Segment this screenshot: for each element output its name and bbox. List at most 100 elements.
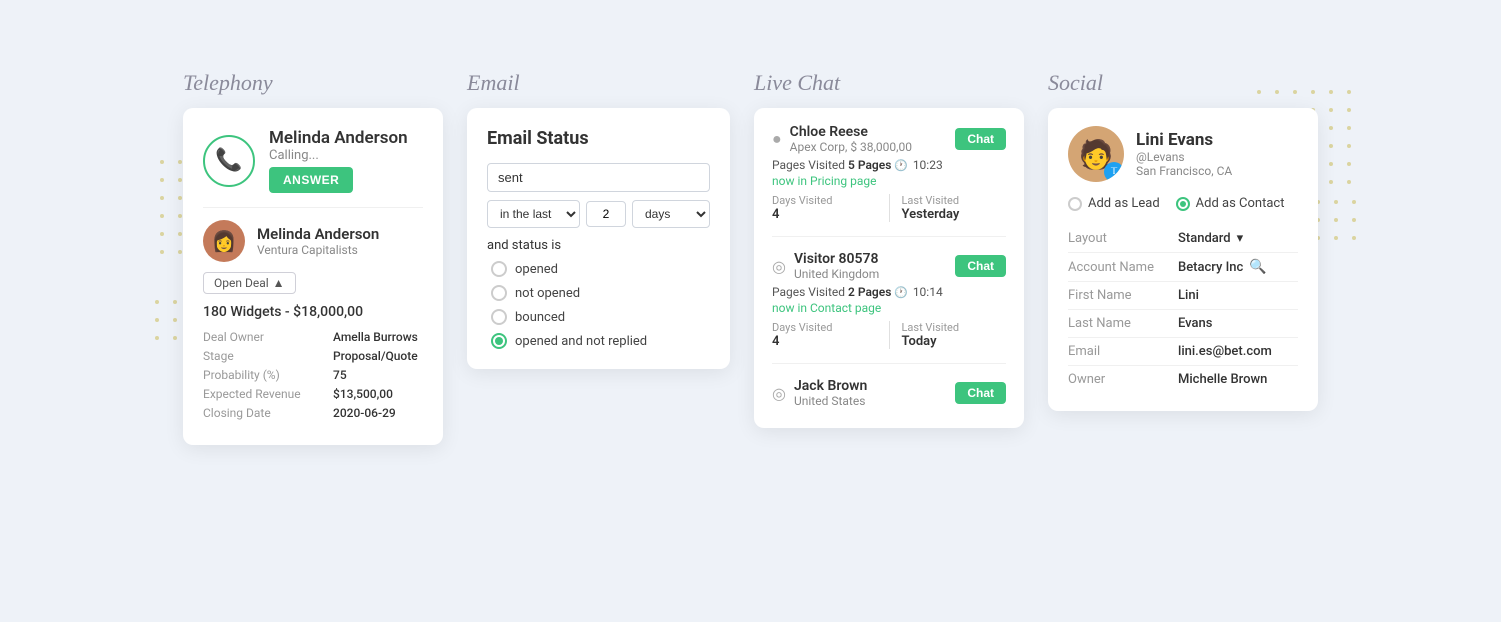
lastname-label: Last Name (1068, 310, 1178, 338)
deal-row-revenue: Expected Revenue $13,500,00 (203, 387, 423, 401)
profile-info: Lini Evans @Levans San Francisco, CA (1136, 130, 1232, 178)
radio-opened[interactable]: opened (491, 261, 710, 277)
deal-row-closing: Closing Date 2020-06-29 (203, 406, 423, 420)
telephony-card: 📞 Melinda Anderson Calling... ANSWER 👩 M… (183, 108, 443, 445)
chat-visitor-3: ◎ Jack Brown United States Chat (772, 378, 1006, 408)
add-as-contact-label: Add as Contact (1196, 196, 1285, 211)
email-section: Email Email Status sent not sent opened … (467, 70, 730, 369)
account-value: Betacry Inc 🔍 (1178, 253, 1298, 281)
visitor-2-last-block: Last Visited Today (889, 321, 1007, 349)
visitor-1-icon: ● (772, 129, 782, 149)
layout-arrow-icon[interactable]: ▾ (1237, 231, 1244, 246)
visitor-3-company: United States (794, 394, 867, 408)
contact-row: 👩 Melinda Anderson Ventura Capitalists (203, 220, 423, 262)
email-status-select[interactable]: sent not sent opened (487, 163, 710, 192)
chat-button-3[interactable]: Chat (955, 382, 1006, 404)
visitor-2-name: Visitor 80578 (794, 251, 879, 267)
days-visited-label-1: Days Visited (772, 194, 877, 207)
visitor-1-name: Chloe Reese (790, 124, 912, 140)
divider-1 (203, 207, 423, 208)
social-field-email: Email lini.es@bet.com (1068, 338, 1298, 366)
days-visited-label-2: Days Visited (772, 321, 877, 334)
contact-company: Ventura Capitalists (257, 243, 379, 257)
chat-button-1[interactable]: Chat (955, 128, 1006, 150)
twitter-badge: 𝕋 (1104, 162, 1124, 182)
owner-value-social: Michelle Brown (1178, 366, 1298, 393)
email-card: Email Status sent not sent opened in the… (467, 108, 730, 369)
social-section: Social 🧑 𝕋 Lini Evans @Levans San Franci… (1048, 70, 1318, 411)
pages-visited-label-2: Pages Visited (772, 285, 848, 299)
closing-label: Closing Date (203, 406, 333, 420)
add-as-contact-radio (1176, 197, 1190, 211)
chevron-up-icon: ▲ (273, 276, 285, 290)
social-fields-table: Layout Standard ▾ Account Name Betacry I… (1068, 225, 1298, 393)
add-as-contact-option[interactable]: Add as Contact (1176, 196, 1285, 211)
probability-label: Probability (%) (203, 368, 333, 382)
chat-button-2[interactable]: Chat (955, 255, 1006, 277)
visitor-2-days-block: Days Visited 4 (772, 321, 877, 349)
layout-value: Standard ▾ (1178, 225, 1298, 252)
social-field-account: Account Name Betacry Inc 🔍 (1068, 253, 1298, 282)
firstname-value: Lini (1178, 282, 1298, 309)
filter-unit-select[interactable]: days weeks months (632, 200, 710, 228)
visitor-3-name: Jack Brown (794, 378, 867, 394)
visitor-1-days-block: Days Visited 4 (772, 194, 877, 222)
telephony-section: Telephony 📞 Melinda Anderson Calling... … (183, 70, 443, 445)
contact-avatar: 👩 (203, 220, 245, 262)
pages-visited-label-1: Pages Visited (772, 158, 848, 172)
contact-details: Melinda Anderson Ventura Capitalists (257, 225, 379, 257)
radio-opened-circle (491, 261, 507, 277)
deal-row-owner: Deal Owner Amella Burrows (203, 330, 423, 344)
visitor-1-time: 10:23 (913, 158, 943, 172)
deal-row-stage: Stage Proposal/Quote (203, 349, 423, 363)
add-as-lead-option[interactable]: Add as Lead (1068, 196, 1160, 211)
radio-not-opened[interactable]: not opened (491, 285, 710, 301)
visitor-3-header: ◎ Jack Brown United States Chat (772, 378, 1006, 408)
owner-label-social: Owner (1068, 366, 1178, 394)
visitor-2-stats: Days Visited 4 Last Visited Today (772, 321, 1006, 349)
account-search-icon[interactable]: 🔍 (1249, 259, 1266, 275)
lead-options: Add as Lead Add as Contact (1068, 196, 1298, 211)
chat-visitor-2: ◎ Visitor 80578 United Kingdom Chat Page… (772, 251, 1006, 364)
email-title: Email (467, 70, 730, 96)
radio-opened-not-replied[interactable]: opened and not replied (491, 333, 710, 349)
social-profile: 🧑 𝕋 Lini Evans @Levans San Francisco, CA (1068, 126, 1298, 182)
profile-handle: @Levans (1136, 150, 1232, 164)
add-as-lead-radio (1068, 197, 1082, 211)
visitor-2-now-label: now in (772, 301, 810, 315)
livechat-section: Live Chat ● Chloe Reese Apex Corp, $ 38,… (754, 70, 1024, 428)
answer-button[interactable]: ANSWER (269, 167, 353, 193)
profile-avatar: 🧑 𝕋 (1068, 126, 1124, 182)
radio-bounced[interactable]: bounced (491, 309, 710, 325)
radio-bounced-label: bounced (515, 310, 565, 325)
social-field-firstname: First Name Lini (1068, 282, 1298, 310)
revenue-label: Expected Revenue (203, 387, 333, 401)
filter-number-input[interactable] (586, 201, 626, 227)
email-status-title: Email Status (487, 128, 710, 149)
visitor-1-last-block: Last Visited Yesterday (889, 194, 1007, 222)
twitter-icon: 𝕋 (1111, 167, 1117, 177)
call-banner: 📞 Melinda Anderson Calling... ANSWER (203, 128, 423, 193)
stage-value: Proposal/Quote (333, 349, 418, 363)
probability-value: 75 (333, 368, 347, 382)
visitor-2-time: 10:14 (913, 285, 943, 299)
telephony-title: Telephony (183, 70, 443, 96)
add-as-lead-label: Add as Lead (1088, 196, 1160, 211)
visitor-1-now-label: now in (772, 174, 810, 188)
radio-not-opened-label: not opened (515, 286, 580, 301)
open-deal-button[interactable]: Open Deal ▲ (203, 272, 296, 294)
radio-opened-not-replied-circle (491, 333, 507, 349)
phone-icon: 📞 (203, 135, 255, 187)
clock-icon-2: 🕐 (894, 286, 910, 299)
deal-amount: 180 Widgets - $18,000,00 (203, 304, 423, 320)
radio-not-opened-circle (491, 285, 507, 301)
and-status-is-label: and status is (487, 238, 710, 253)
closing-value: 2020-06-29 (333, 406, 396, 420)
visitor-2-company: United Kingdom (794, 267, 879, 281)
social-field-owner: Owner Michelle Brown (1068, 366, 1298, 394)
visitor-1-header: ● Chloe Reese Apex Corp, $ 38,000,00 Cha… (772, 124, 1006, 154)
profile-name: Lini Evans (1136, 130, 1232, 150)
stage-label: Stage (203, 349, 333, 363)
filter-time-select[interactable]: in the last more than (487, 200, 580, 228)
email-label: Email (1068, 338, 1178, 366)
